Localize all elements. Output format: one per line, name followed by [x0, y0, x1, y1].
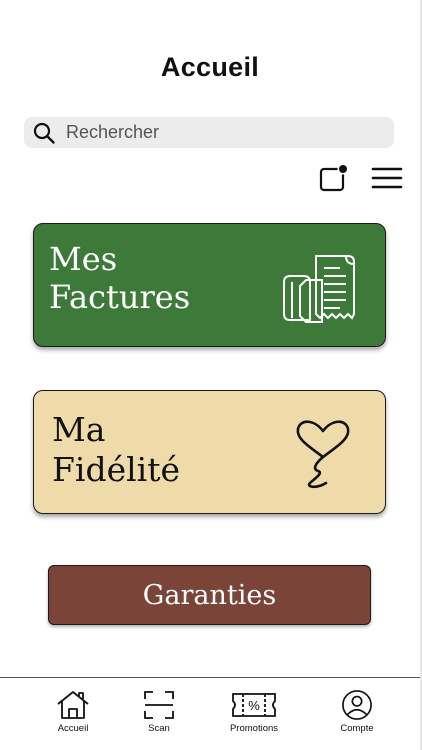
account-icon	[342, 690, 372, 720]
bottom-navigation: Accueil Scan % Promotions Compte	[0, 677, 420, 750]
nav-item-promotions[interactable]: % Promotions	[219, 690, 289, 734]
nav-label-compte: Compte	[340, 723, 374, 734]
mes-factures-line2: Factures	[49, 278, 191, 317]
search-icon	[33, 122, 55, 144]
mes-factures-title: Mes Factures	[49, 240, 190, 317]
notification-icon[interactable]	[319, 163, 351, 193]
hamburger-menu-icon[interactable]	[371, 165, 403, 191]
mes-factures-card[interactable]: Mes Factures	[33, 223, 386, 347]
nav-item-compte[interactable]: Compte	[322, 690, 392, 734]
nav-item-accueil[interactable]: Accueil	[38, 690, 108, 734]
mes-factures-line1: Mes	[49, 240, 118, 278]
ma-fidelite-card[interactable]: Ma Fidélité	[33, 390, 386, 514]
ma-fidelite-title: Ma Fidélité	[52, 410, 180, 489]
ma-fidelite-line2: Fidélité	[52, 449, 181, 489]
svg-text:%: %	[248, 698, 260, 713]
home-icon	[57, 691, 89, 719]
nav-label-accueil: Accueil	[57, 723, 89, 734]
search-input[interactable]	[66, 122, 366, 143]
scan-icon	[144, 691, 174, 719]
nav-label-scan: Scan	[148, 723, 170, 734]
coupon-icon: %	[232, 693, 276, 717]
nav-item-scan[interactable]: Scan	[124, 690, 194, 734]
page-title: Accueil	[160, 52, 260, 82]
ma-fidelite-line1: Ma	[52, 410, 106, 449]
search-bar[interactable]	[24, 117, 394, 148]
heart-balloon-icon	[296, 420, 350, 489]
garanties-button[interactable]: Garanties	[48, 565, 371, 625]
nav-label-promotions: Promotions	[229, 723, 279, 734]
receipts-icon	[283, 255, 355, 323]
